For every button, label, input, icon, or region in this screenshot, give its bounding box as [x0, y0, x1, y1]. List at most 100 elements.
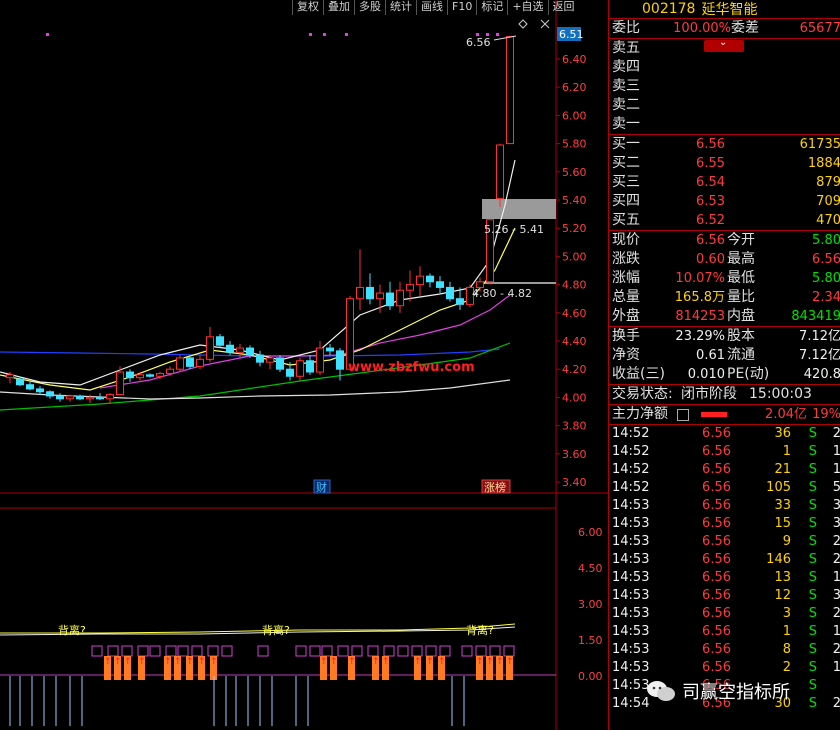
candle-body[interactable] — [416, 275, 424, 286]
candle-body[interactable] — [176, 357, 184, 370]
candle-body[interactable] — [126, 371, 134, 379]
signal-box — [425, 645, 437, 657]
candle-body[interactable] — [166, 368, 174, 374]
kline-chart[interactable]: 6.40 6.20 6.00 5.80 5.60 5.40 5.20 5.00 4.80 4.60… — [0, 0, 608, 730]
price-tick-label: 5.60 — [562, 166, 587, 179]
price-tick-label: 4.00 — [562, 391, 587, 404]
toolbar-button-4[interactable]: 画线 — [416, 0, 447, 15]
candle-body[interactable] — [456, 298, 464, 305]
candle-body[interactable] — [406, 284, 414, 291]
indicator-tick-label: 0.00 — [578, 670, 603, 683]
signal-box — [207, 645, 219, 657]
toolbar-button-0[interactable]: 复权 — [292, 0, 323, 15]
wei-bi-value: 100.00% — [673, 21, 731, 36]
price-tick-label: 5.00 — [562, 250, 587, 263]
candle-body[interactable] — [156, 372, 164, 377]
quote-row: 现价 6.56 今开 5.80 — [612, 232, 840, 248]
candle-body[interactable] — [296, 360, 304, 377]
quote-panel: 002178 延华智能 委比 100.00% 委差 65677 ⌄ 卖五 卖四 卖三… — [608, 0, 840, 730]
price-tick-label: 3.80 — [562, 420, 587, 433]
candle-body[interactable] — [366, 286, 374, 300]
up-arrow-icon: ↑ — [438, 657, 446, 667]
candle-body[interactable] — [506, 35, 514, 145]
candle-body[interactable] — [186, 357, 194, 367]
price-tick-label: 6.00 — [562, 109, 587, 122]
finance-event-marker[interactable]: 财 — [316, 480, 327, 494]
candle-body[interactable] — [196, 358, 204, 367]
candle-body[interactable] — [206, 336, 214, 360]
toolbar-button-1[interactable]: 叠加 — [323, 0, 354, 15]
candle-body[interactable] — [226, 344, 234, 353]
toolbar-button-8[interactable]: 返回 — [547, 0, 579, 15]
toolbar-button-6[interactable]: 标记 — [476, 0, 507, 15]
list-icon[interactable] — [677, 409, 689, 421]
candle-body[interactable] — [76, 395, 84, 400]
candle-body[interactable] — [256, 354, 264, 363]
ask-row: 卖四 — [612, 59, 640, 75]
candle-body[interactable] — [246, 347, 254, 356]
toolbar-button-3[interactable]: 统计 — [385, 0, 416, 15]
stock-name: 延华智能 — [701, 2, 758, 18]
signal-box — [121, 645, 133, 657]
bid-row: 买四 6.53 709 — [612, 193, 840, 209]
fundamental-row: 净资 0.61 流通 7.12亿 — [612, 347, 840, 363]
tick-row: 14:53 6.56 8 S 2 — [612, 642, 840, 657]
candle-body[interactable] — [26, 384, 34, 390]
candle-body[interactable] — [86, 396, 94, 400]
toolbar-button-2[interactable]: 多股 — [354, 0, 385, 15]
signal-box — [367, 645, 379, 657]
signal-box — [149, 645, 161, 657]
candle-body[interactable] — [106, 394, 114, 400]
up-arrow-icon: ↑ — [506, 657, 514, 667]
toolbar-button-5[interactable]: F10 — [447, 0, 476, 15]
candle-body[interactable] — [116, 371, 124, 396]
trade-status-row: 交易状态: 闭市阶段 15:00:03 — [609, 384, 840, 404]
candle-body[interactable] — [286, 368, 294, 377]
candle-body[interactable] — [386, 292, 394, 307]
candle-body[interactable] — [16, 378, 24, 386]
candle-body[interactable] — [346, 298, 354, 370]
candle-body[interactable] — [316, 347, 324, 373]
ma-white-short-line — [0, 159, 516, 386]
candle-body[interactable] — [36, 388, 44, 393]
main-flow-row: 主力净额 2.04亿 19% — [609, 404, 840, 424]
candle-body[interactable] — [306, 360, 314, 373]
tick-list[interactable]: 14:52 6.56 36 S 2 14:52 6.56 1 S 1 14:52 6… — [609, 424, 840, 713]
chart-toolbar: 复权 叠加 多股 统计 画线 F10 标记 +自选 返回 — [292, 0, 579, 15]
candle-body[interactable] — [336, 350, 344, 370]
candle-body[interactable] — [496, 144, 504, 200]
candle-body[interactable] — [56, 395, 64, 400]
diamond-icon[interactable] — [518, 19, 528, 29]
candle-body[interactable] — [46, 391, 54, 397]
candle-body[interactable] — [396, 289, 404, 307]
candle-body[interactable] — [266, 357, 274, 363]
candle-body[interactable] — [446, 286, 454, 300]
candle-body[interactable] — [6, 374, 14, 379]
signal-box — [411, 645, 423, 657]
candle-body[interactable] — [426, 275, 434, 283]
candle-body[interactable] — [276, 357, 284, 370]
up-arrow-icon: ↑ — [124, 657, 132, 667]
candle-body[interactable] — [436, 281, 444, 288]
candle-body[interactable] — [356, 286, 364, 300]
candle-body[interactable] — [96, 396, 104, 400]
up-arrow-icon: ↑ — [210, 657, 218, 667]
candle-body[interactable] — [66, 395, 74, 400]
candle-body[interactable] — [146, 374, 154, 377]
price-tick-label: 4.40 — [562, 335, 587, 348]
candle-body[interactable] — [236, 347, 244, 353]
ask-row: 卖二 — [612, 97, 640, 113]
tick-row: 14:52 6.56 1 S 1 — [612, 444, 840, 459]
up-arrow-icon: ↑ — [198, 657, 206, 667]
signal-box — [383, 645, 395, 657]
candle-body[interactable] — [326, 347, 334, 352]
candle-body[interactable] — [376, 292, 384, 300]
candle-body[interactable] — [216, 336, 224, 346]
up-arrow-icon: ↑ — [330, 657, 338, 667]
up-arrow-icon: ↑ — [496, 657, 504, 667]
limit-list-event-marker[interactable]: 涨榜 — [484, 480, 506, 494]
toolbar-button-7[interactable]: +自选 — [507, 0, 547, 15]
candle-body[interactable] — [136, 374, 144, 379]
up-arrow-icon: ↑ — [104, 657, 112, 667]
tick-row: 14:53 6.56 12 S 3 — [612, 588, 840, 603]
